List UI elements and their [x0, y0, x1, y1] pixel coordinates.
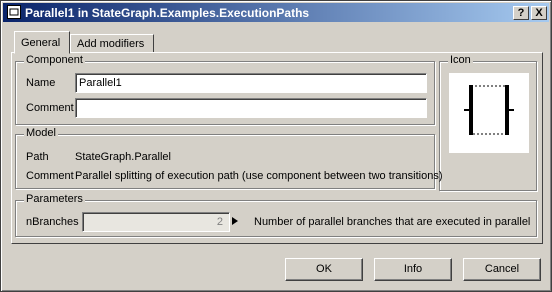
- triangle-right-icon[interactable]: [232, 217, 238, 225]
- parameters-legend: Parameters: [24, 193, 85, 205]
- tab-add-modifiers[interactable]: Add modifiers: [70, 34, 154, 53]
- model-comment-value: Parallel splitting of execution path (us…: [75, 170, 443, 182]
- path-label: Path: [26, 151, 49, 163]
- name-input[interactable]: Parallel1: [75, 73, 427, 93]
- nbranches-input[interactable]: 2: [82, 212, 230, 232]
- model-group: Model Path StateGraph.Parallel Comment P…: [15, 127, 443, 189]
- path-value: StateGraph.Parallel: [75, 151, 171, 163]
- tab-general[interactable]: General: [14, 31, 70, 54]
- parallel-block-icon: [464, 85, 514, 135]
- ok-button[interactable]: OK: [285, 258, 363, 281]
- comment-label: Comment: [26, 102, 74, 114]
- nbranches-description: Number of parallel branches that are exe…: [254, 216, 531, 228]
- model-comment-label: Comment: [26, 170, 74, 182]
- dialog-window: Parallel1 in StateGraph.Examples.Executi…: [0, 0, 552, 292]
- parameters-group: Parameters nBranches 2 Number of paralle…: [15, 193, 537, 237]
- window-title: Parallel1 in StateGraph.Examples.Executi…: [25, 6, 310, 20]
- nbranches-label: nBranches: [26, 216, 79, 228]
- model-legend: Model: [24, 127, 58, 139]
- icon-preview: [449, 73, 529, 153]
- cancel-button[interactable]: Cancel: [463, 258, 541, 281]
- app-icon: [7, 5, 21, 19]
- close-button[interactable]: X: [531, 6, 547, 20]
- icon-legend: Icon: [448, 54, 473, 66]
- comment-input[interactable]: [75, 98, 427, 118]
- name-label: Name: [26, 77, 56, 89]
- tab-panel-general: Component Name Parallel1 Comment Icon Mo…: [11, 52, 543, 244]
- icon-group: Icon: [439, 54, 537, 191]
- component-legend: Component: [24, 54, 85, 66]
- help-button[interactable]: ?: [513, 6, 529, 20]
- info-button[interactable]: Info: [374, 258, 452, 281]
- title-bar[interactable]: Parallel1 in StateGraph.Examples.Executi…: [3, 3, 549, 22]
- component-group: Component Name Parallel1 Comment: [15, 54, 435, 125]
